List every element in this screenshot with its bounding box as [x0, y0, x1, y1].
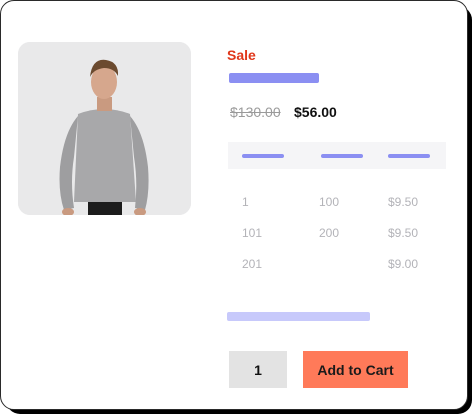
add-to-cart-button[interactable]: Add to Cart	[303, 351, 408, 388]
original-price: $130.00	[230, 104, 281, 120]
tier-min: 201	[242, 257, 263, 271]
sale-price: $56.00	[294, 104, 337, 120]
sale-label: Sale	[227, 47, 256, 63]
product-image	[18, 42, 191, 215]
pricing-table-header	[228, 142, 446, 169]
description-placeholder	[227, 312, 370, 321]
tier-max: 100	[319, 195, 340, 209]
tier-price: $9.00	[388, 257, 419, 271]
product-card: Sale $130.00 $56.00 1 100 $9.50 101 200 …	[0, 0, 468, 410]
quantity-input[interactable]	[229, 351, 287, 388]
header-placeholder-min	[242, 154, 284, 158]
header-placeholder-price	[388, 154, 430, 158]
tier-min: 101	[242, 226, 263, 240]
tier-price: $9.50	[388, 195, 419, 209]
tier-min: 1	[242, 195, 249, 209]
product-title-placeholder	[229, 73, 319, 83]
product-photo	[18, 42, 191, 215]
tier-price: $9.50	[388, 226, 419, 240]
tier-max: 200	[319, 226, 340, 240]
header-placeholder-max	[321, 154, 363, 158]
